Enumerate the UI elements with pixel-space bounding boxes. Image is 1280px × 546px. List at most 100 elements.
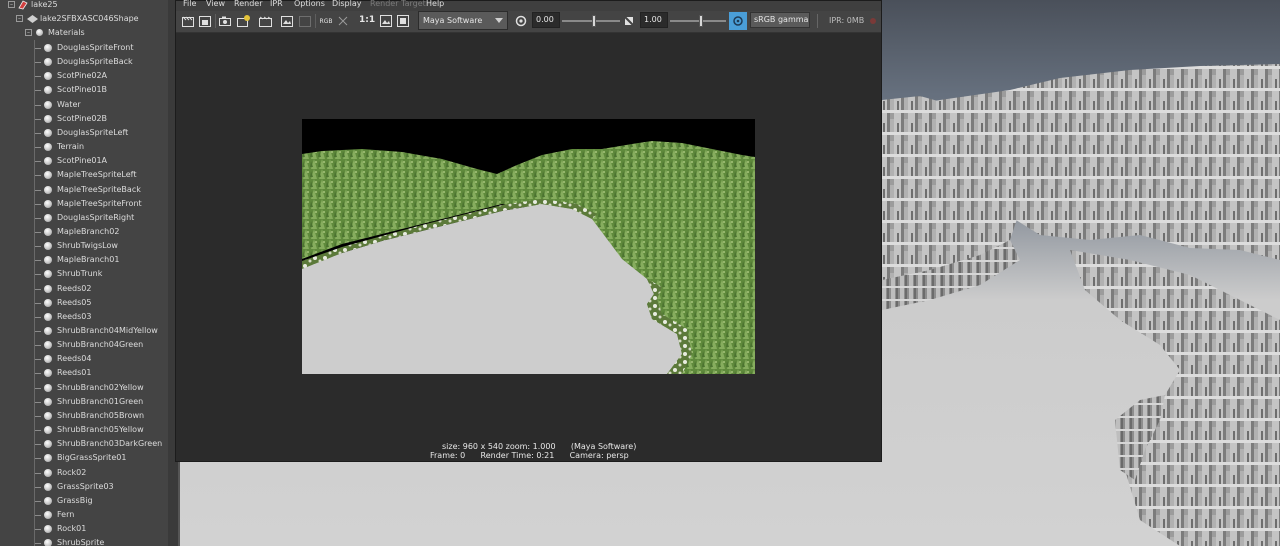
color-management-icon[interactable] <box>729 12 747 30</box>
tree-guide-line <box>34 40 35 546</box>
rendered-image-canvas <box>302 119 755 374</box>
material-icon <box>44 100 52 109</box>
collapse-toggle-icon[interactable]: – <box>8 1 15 8</box>
gamma-field[interactable]: 1.00 <box>640 12 668 28</box>
render-sequence-icon[interactable] <box>258 14 272 28</box>
material-icon <box>44 256 52 265</box>
tree-branch-line <box>35 500 41 502</box>
render-region-icon[interactable] <box>198 14 212 28</box>
material-icon <box>44 468 52 477</box>
material-icon <box>44 369 52 378</box>
tree-branch-line <box>35 132 41 134</box>
menu-ipr[interactable]: IPR <box>270 0 283 8</box>
tree-branch-line <box>35 302 41 304</box>
tree-branch-line <box>35 76 41 78</box>
display-aov-icon[interactable] <box>396 14 410 28</box>
gamma-slider-knob[interactable] <box>698 15 703 27</box>
material-icon <box>44 199 52 208</box>
outliner-panel[interactable]: – lake25– lake2SFBXASC046Shape – Materials Do… <box>0 0 168 546</box>
remove-image-icon[interactable] <box>298 14 312 28</box>
gamma-slider[interactable] <box>670 15 726 27</box>
material-icon <box>44 312 52 321</box>
menu-render[interactable]: Render <box>234 0 262 8</box>
tree-branch-line <box>35 514 41 516</box>
material-icon <box>44 411 52 420</box>
colorspace-field[interactable]: sRGB gamma <box>750 12 810 28</box>
renderer-dropdown[interactable]: Maya Software <box>418 11 508 30</box>
real-size-button[interactable]: 1:1 <box>359 15 375 25</box>
menu-file[interactable]: File <box>183 0 196 8</box>
tree-branch-line <box>35 90 41 92</box>
material-icon <box>44 383 52 392</box>
collapse-toggle-icon[interactable]: – <box>25 29 32 36</box>
render-info-frame: Frame: 0 Render Time: 0:21 Camera: persp <box>430 451 629 460</box>
exposure-reset-icon[interactable] <box>514 14 528 28</box>
material-icon <box>44 397 52 406</box>
material-icon <box>44 185 52 194</box>
render-view-toolbar: RGB 1:1 Maya Software 0.00 1.00 sRGB gam… <box>176 11 881 33</box>
material-icon <box>44 128 52 137</box>
menu-render-target[interactable]: Render Target <box>370 0 426 8</box>
tree-branch-line <box>35 118 41 120</box>
material-icon <box>44 482 52 491</box>
gamma-reset-icon[interactable] <box>622 14 636 28</box>
tree-branch-line <box>35 260 41 262</box>
material-icon <box>44 440 52 449</box>
ipr-render-icon[interactable] <box>236 14 250 28</box>
material-icon <box>44 58 52 67</box>
tree-branch-line <box>35 246 41 248</box>
tree-branch-line <box>35 316 41 318</box>
material-icon <box>44 44 52 52</box>
material-icon <box>44 284 52 293</box>
tree-branch-line <box>35 401 41 403</box>
material-icon <box>44 72 52 81</box>
material-icon <box>44 171 52 180</box>
material-icon <box>44 496 52 505</box>
renderer-value: Maya Software <box>423 16 483 25</box>
tree-branch-line <box>35 62 41 64</box>
render-view-menubar: File View Render IPR Options Display Ren… <box>176 0 881 11</box>
menu-help[interactable]: Help <box>426 0 444 8</box>
tree-branch-line <box>35 104 41 106</box>
rgb-channel-icon[interactable]: RGB <box>318 14 334 28</box>
ipr-stop-icon[interactable] <box>866 14 880 28</box>
alpha-channel-icon[interactable] <box>336 14 350 28</box>
material-icon <box>44 327 52 335</box>
keep-image-icon[interactable] <box>280 14 294 28</box>
render-view-window[interactable]: File View Render IPR Options Display Ren… <box>175 0 882 462</box>
chevron-down-icon <box>495 18 503 23</box>
exposure-slider-knob[interactable] <box>591 15 596 27</box>
tree-branch-line <box>35 331 41 332</box>
exposure-field[interactable]: 0.00 <box>532 12 560 28</box>
tree-branch-line <box>35 430 41 432</box>
rendered-image[interactable] <box>302 119 755 374</box>
snapshot-icon[interactable] <box>218 14 232 28</box>
render-info-size: size: 960 x 540 zoom: 1.000 (Maya Softwa… <box>442 442 637 451</box>
exposure-slider[interactable] <box>562 15 620 27</box>
tree-branch-line <box>35 529 41 531</box>
tree-branch-line <box>35 543 41 545</box>
menu-display[interactable]: Display <box>332 0 362 8</box>
tree-branch-line <box>35 486 41 488</box>
tree-branch-line <box>35 231 41 233</box>
collapse-toggle-icon[interactable]: – <box>16 15 23 22</box>
tree-branch-line <box>35 387 41 389</box>
viewport-terrain-right <box>1070 250 1280 546</box>
tree-branch-line <box>35 217 41 219</box>
display-image-icon[interactable] <box>379 14 393 28</box>
material-icon <box>44 86 52 95</box>
tree-branch-line <box>35 373 41 375</box>
tree-branch-line <box>35 189 41 191</box>
menu-options[interactable]: Options <box>294 0 325 8</box>
redo-render-icon[interactable] <box>181 14 195 28</box>
tree-branch-line <box>35 458 41 460</box>
material-group-icon <box>36 29 43 36</box>
material-icon <box>44 242 52 251</box>
material-icon <box>44 143 52 152</box>
material-icon <box>44 213 52 222</box>
tree-branch-line <box>35 415 41 417</box>
tree-branch-line <box>35 48 41 49</box>
material-icon <box>44 114 52 123</box>
menu-view[interactable]: View <box>206 0 225 8</box>
material-icon <box>44 525 52 534</box>
